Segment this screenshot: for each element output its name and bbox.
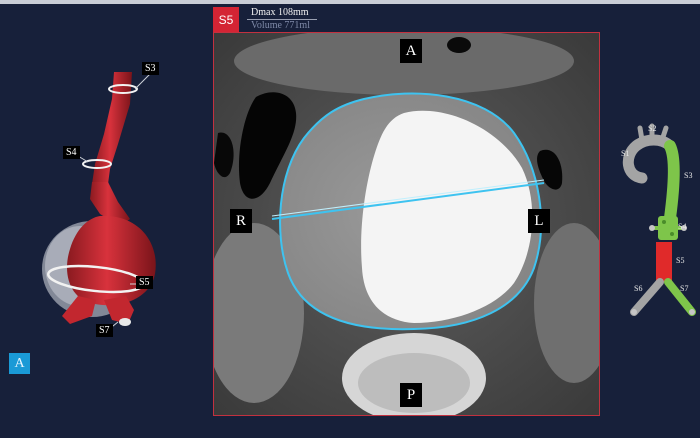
ct-slice-viewport[interactable]: A R L P <box>213 32 600 416</box>
schematic-label-s5[interactable]: S5 <box>676 256 684 265</box>
measurement-readout: Dmax 108mm Volume 771ml <box>247 7 317 32</box>
segment-tag-s4: S4 <box>63 146 80 159</box>
aorta-3d-render[interactable]: S3 S4 S5 S7 A <box>0 4 210 438</box>
schematic-label-s4[interactable]: S4 <box>678 222 686 231</box>
schematic-label-s3[interactable]: S3 <box>684 171 692 180</box>
orientation-posterior: P <box>400 383 422 407</box>
orientation-left: L <box>528 209 550 233</box>
schematic-label-s6[interactable]: S6 <box>634 284 642 293</box>
segment-tag-s7: S7 <box>96 324 113 337</box>
segment-tag-s5: S5 <box>136 276 153 289</box>
aorta-3d-graphic <box>42 72 156 331</box>
segment-tag-s3: S3 <box>142 62 159 75</box>
schematic-label-s2[interactable]: S2 <box>648 124 656 133</box>
active-segment-badge: S5 <box>213 7 239 32</box>
schematic-label-s1[interactable]: S1 <box>621 149 629 158</box>
aorta-segment-schematic[interactable]: S1 S2 S3 S4 S5 S6 S7 <box>612 118 700 323</box>
schematic-label-s7[interactable]: S7 <box>680 284 688 293</box>
view-orientation-badge[interactable]: A <box>9 353 30 374</box>
orientation-right: R <box>230 209 252 233</box>
orientation-anterior: A <box>400 39 422 63</box>
volume-value: Volume 771ml <box>251 20 310 31</box>
dmax-value: Dmax 108mm <box>247 7 317 20</box>
